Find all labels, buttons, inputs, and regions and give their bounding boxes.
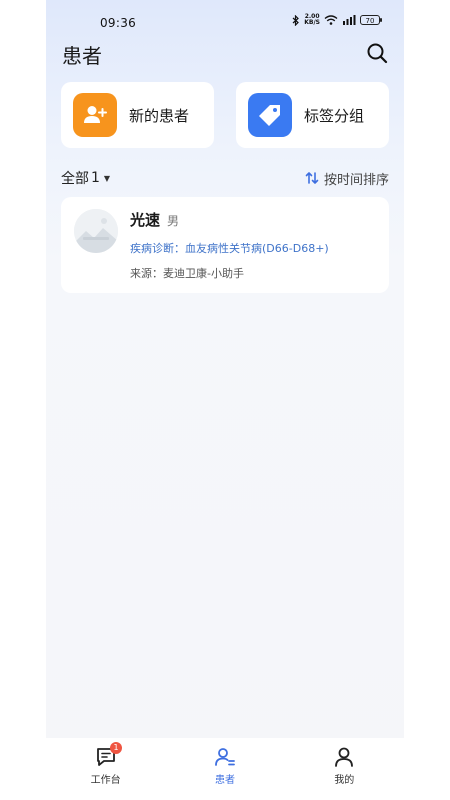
tab-patients-label: 患者 xyxy=(214,775,235,786)
new-patient-label: 新的患者 xyxy=(129,106,190,125)
tag-group-label: 标签分组 xyxy=(304,106,365,125)
search-button[interactable] xyxy=(364,40,390,66)
tab-workbench-label: 工作台 xyxy=(90,775,121,786)
caret-down-icon: ▼ xyxy=(103,173,111,183)
bluetooth-icon xyxy=(292,14,300,26)
filter-row: 全部 1 ▼ 按时间排序 xyxy=(61,166,389,190)
patient-gender: 男 xyxy=(167,214,180,228)
sort-label: 按时间排序 xyxy=(323,172,389,188)
action-cards: 新的患者 标签分组 xyxy=(61,82,389,148)
net-speed-unit: KB/S xyxy=(304,19,320,26)
status-time: 09:36 xyxy=(100,16,137,30)
filter-dropdown[interactable]: 全部 1 ▼ xyxy=(61,168,110,188)
tab-workbench[interactable]: 1 工作台 xyxy=(46,738,165,800)
patient-name: 光速 xyxy=(130,211,161,229)
search-icon xyxy=(367,43,388,64)
net-speed: 2.00 KB/S xyxy=(304,14,320,26)
avatar-placeholder-icon xyxy=(74,209,118,253)
app-screen: 09:36 2.00 KB/S 70 患者 新的患者 标签分组 全部 1 ▼ 按… xyxy=(46,0,404,800)
patient-diagnosis: 疾病诊断：血友病性关节病(D66-D68+) xyxy=(130,242,329,255)
sort-icon xyxy=(305,172,319,184)
avatar xyxy=(74,209,118,253)
profile-icon xyxy=(335,747,354,767)
notification-badge: 1 xyxy=(110,742,122,754)
patients-icon xyxy=(215,748,235,766)
add-user-icon xyxy=(73,93,117,137)
patient-source: 来源：麦迪卫康-小助手 xyxy=(130,267,244,280)
bottom-nav: 1 工作台 患者 我的 xyxy=(46,738,404,800)
patient-card[interactable]: 光速 男 疾病诊断：血友病性关节病(D66-D68+) 来源：麦迪卫康-小助手 xyxy=(61,197,389,293)
battery-icon: 70 xyxy=(360,15,382,25)
tab-profile[interactable]: 我的 xyxy=(285,738,404,800)
wifi-icon xyxy=(324,15,338,25)
page-title: 患者 xyxy=(62,44,102,68)
signal-icon xyxy=(343,15,356,25)
new-patient-button[interactable]: 新的患者 xyxy=(61,82,214,148)
filter-count: 1 xyxy=(91,170,100,186)
status-icons: 2.00 KB/S 70 xyxy=(292,14,382,26)
tab-profile-label: 我的 xyxy=(334,775,355,786)
filter-label: 全部 xyxy=(61,171,89,187)
tag-icon xyxy=(248,93,292,137)
tab-patients[interactable]: 患者 xyxy=(165,738,284,800)
sort-button[interactable]: 按时间排序 xyxy=(305,169,389,188)
header: 患者 xyxy=(46,36,404,72)
tag-group-button[interactable]: 标签分组 xyxy=(236,82,389,148)
